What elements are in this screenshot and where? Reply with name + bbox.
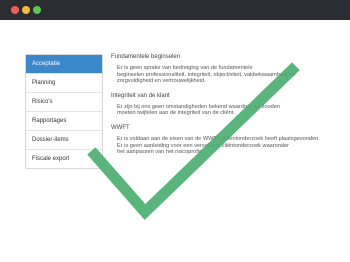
section-text-wwft: Er is voldaan aan de eisen van de WWFT. … xyxy=(117,135,320,156)
title-bar xyxy=(0,0,350,20)
content-area: Acceptatie Planning Risico's Rapportages… xyxy=(0,20,350,262)
sidebar-item-planning[interactable]: Planning xyxy=(26,74,102,93)
sidebar-item-fiscale-export[interactable]: Fiscale export xyxy=(26,150,102,168)
section-text-fundamentele-beginselen: Er is geen sprake van bedreiging van de … xyxy=(117,65,296,85)
maximize-window-button[interactable] xyxy=(33,6,41,14)
section-title-wwft: WWFT xyxy=(111,124,130,131)
sidebar-item-acceptatie[interactable]: Acceptatie xyxy=(26,55,102,74)
close-window-button[interactable] xyxy=(11,6,19,14)
section-text-integriteit: Er zijn bij ons geen omstandigheden beke… xyxy=(117,103,280,117)
section-title-fundamentele-beginselen: Fundamentele beginselen xyxy=(111,54,181,60)
main-panel: Fundamentele beginselen Er is geen sprak… xyxy=(111,54,336,164)
sidebar-item-risicos[interactable]: Risico's xyxy=(26,93,102,112)
minimize-window-button[interactable] xyxy=(22,6,30,14)
sidebar-item-rapportages[interactable]: Rapportages xyxy=(26,112,102,131)
app-window: Acceptatie Planning Risico's Rapportages… xyxy=(0,0,350,262)
section-title-integriteit: Integriteit van de klant xyxy=(111,92,170,99)
sidebar-item-dossier-items[interactable]: Dossier-items xyxy=(26,131,102,150)
sidebar-nav: Acceptatie Planning Risico's Rapportages… xyxy=(25,54,103,169)
